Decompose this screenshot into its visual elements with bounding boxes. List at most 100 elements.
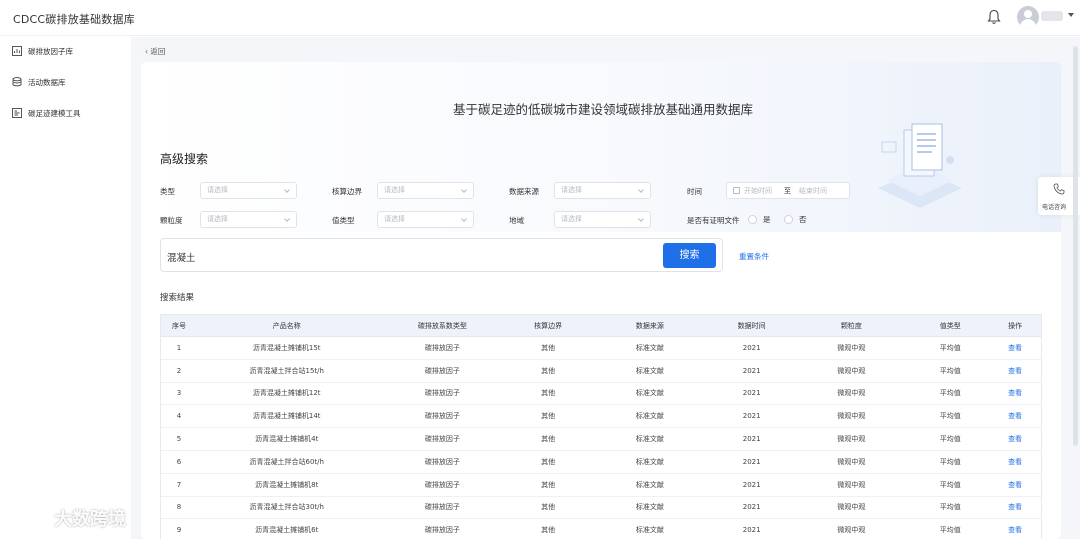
view-action-cell: 查看 <box>989 451 1041 473</box>
avatar[interactable] <box>1017 6 1039 28</box>
column-header: 核算边界 <box>534 321 563 330</box>
table-cell: 平均值 <box>939 412 961 421</box>
value-type-select[interactable]: 请选择 <box>377 211 474 228</box>
view-link[interactable]: 查看 <box>1008 525 1022 535</box>
view-action-cell: 查看 <box>989 474 1041 496</box>
type-label: 类型 <box>160 187 175 196</box>
proof-radio-no[interactable]: 否 <box>784 214 807 225</box>
table-cell: 标准文献 <box>635 343 664 352</box>
reset-filters-link[interactable]: 重置条件 <box>739 251 769 262</box>
table-cell: 标准文献 <box>635 503 664 512</box>
table-cell: 其他 <box>541 389 556 398</box>
table-cell: 其他 <box>541 457 556 466</box>
table-row: 4 沥青混凝土摊铺机14t 碳排放因子 其他 标准文献 2021 微观中观 平均值 查看 <box>161 405 1041 429</box>
region-select[interactable]: 请选择 <box>554 211 651 228</box>
chevron-down-icon <box>284 216 290 222</box>
sidebar-item-footprint-tool[interactable]: 碳足迹建模工具 <box>12 105 81 121</box>
app-title: CDCC碳排放基础数据库 <box>13 13 135 26</box>
view-link[interactable]: 查看 <box>1008 480 1022 490</box>
sidebar-item-emission-factors[interactable]: 碳排放因子库 <box>12 43 73 59</box>
table-cell: 2021 <box>742 435 761 444</box>
sidebar-item-label: 活动数据库 <box>28 77 66 87</box>
table-cell: 4 <box>176 412 182 421</box>
column-header: 产品名称 <box>272 321 301 330</box>
search-card: 基于碳足迹的低碳城市建设领域碳排放基础通用数据库 高级搜索 类型 请选择 核算边… <box>141 62 1061 539</box>
table-row: 7 沥青混凝土摊铺机8t 碳排放因子 其他 标准文献 2021 微观中观 平均值 查看 <box>161 473 1041 497</box>
watermark: 大数跨境 <box>8 505 126 531</box>
table-cell: 平均值 <box>939 389 961 398</box>
view-link[interactable]: 查看 <box>1008 434 1022 444</box>
results-title: 搜索结果 <box>160 293 195 303</box>
table-cell: 标准文献 <box>635 526 664 535</box>
sidebar-item-activity-db[interactable]: 活动数据库 <box>12 74 66 90</box>
table-cell: 微观中观 <box>837 366 866 375</box>
table-cell: 其他 <box>541 526 556 535</box>
table-cell: 2021 <box>742 389 761 398</box>
table-cell: 沥青混凝土摊铺机12t <box>252 389 321 398</box>
table-cell: 碳排放因子 <box>424 412 460 421</box>
chevron-down-icon <box>638 187 644 193</box>
table-cell: 微观中观 <box>837 457 866 466</box>
calendar-icon <box>733 187 740 194</box>
table-cell: 2 <box>176 366 182 375</box>
view-link[interactable]: 查看 <box>1008 343 1022 353</box>
table-cell: 微观中观 <box>837 526 866 535</box>
view-link[interactable]: 查看 <box>1008 366 1022 376</box>
view-link[interactable]: 查看 <box>1008 457 1022 467</box>
table-cell: 沥青混凝土摊铺机8t <box>255 480 319 489</box>
search-button[interactable]: 搜索 <box>663 243 716 268</box>
granularity-select[interactable]: 请选择 <box>200 211 297 228</box>
view-link[interactable]: 查看 <box>1008 388 1022 398</box>
database-illustration <box>878 123 962 208</box>
column-header: 颗粒度 <box>840 321 862 330</box>
scrollbar[interactable] <box>1073 46 1078 446</box>
table-cell: 9 <box>176 526 182 535</box>
view-action-cell: 查看 <box>989 337 1041 359</box>
database-icon <box>12 77 22 87</box>
table-cell: 碳排放因子 <box>424 503 460 512</box>
table-cell: 2021 <box>742 526 761 535</box>
sidebar-item-label: 碳排放因子库 <box>28 46 73 56</box>
table-cell: 微观中观 <box>837 412 866 421</box>
sidebar-item-label: 碳足迹建模工具 <box>28 108 81 118</box>
username[interactable] <box>1041 11 1063 21</box>
table-cell: 碳排放因子 <box>424 457 460 466</box>
column-header: 操作 <box>1008 321 1023 330</box>
table-cell: 标准文献 <box>635 480 664 489</box>
table-cell: 平均值 <box>939 526 961 535</box>
boundary-label: 核算边界 <box>332 187 362 196</box>
sidebar: 碳排放因子库 活动数据库 碳足迹建模工具 <box>0 37 131 539</box>
source-select[interactable]: 请选择 <box>554 182 651 199</box>
chart-box-icon <box>12 46 22 56</box>
table-cell: 1 <box>176 343 182 352</box>
chevron-left-icon: ‹ <box>145 47 148 56</box>
date-range-picker[interactable]: 开始时间 至 结束时间 <box>726 182 850 199</box>
table-cell: 2021 <box>742 412 761 421</box>
view-link[interactable]: 查看 <box>1008 502 1022 512</box>
view-link[interactable]: 查看 <box>1008 411 1022 421</box>
proof-radio-yes[interactable]: 是 <box>748 214 771 225</box>
source-label: 数据来源 <box>509 187 539 196</box>
table-row: 6 沥青混凝土拌合站60t/h 碳排放因子 其他 标准文献 2021 微观中观 平均值 查看 <box>161 450 1041 474</box>
table-cell: 沥青混凝土摊铺机15t <box>252 343 321 352</box>
chevron-down-icon <box>461 216 467 222</box>
table-cell: 沥青混凝土拌合站30t/h <box>249 503 324 512</box>
type-select[interactable]: 请选择 <box>200 182 297 199</box>
chevron-down-icon[interactable] <box>1068 13 1074 17</box>
table-cell: 标准文献 <box>635 435 664 444</box>
table-cell: 7 <box>176 480 182 489</box>
bell-icon[interactable] <box>987 9 1001 25</box>
table-cell: 5 <box>176 435 182 444</box>
view-action-cell: 查看 <box>989 428 1041 450</box>
chevron-down-icon <box>284 187 290 193</box>
watermark-logo-icon <box>10 507 47 526</box>
granularity-label: 颗粒度 <box>160 216 183 225</box>
boundary-select[interactable]: 请选择 <box>377 182 474 199</box>
keyword-search-input[interactable]: 混凝土 <box>160 238 723 272</box>
back-link[interactable]: ‹ 返回 <box>145 46 165 57</box>
table-cell: 平均值 <box>939 343 961 352</box>
table-cell: 微观中观 <box>837 480 866 489</box>
table-row: 1 沥青混凝土摊铺机15t 碳排放因子 其他 标准文献 2021 微观中观 平均值 查看 <box>161 337 1041 360</box>
table-cell: 碳排放因子 <box>424 389 460 398</box>
table-cell: 微观中观 <box>837 343 866 352</box>
